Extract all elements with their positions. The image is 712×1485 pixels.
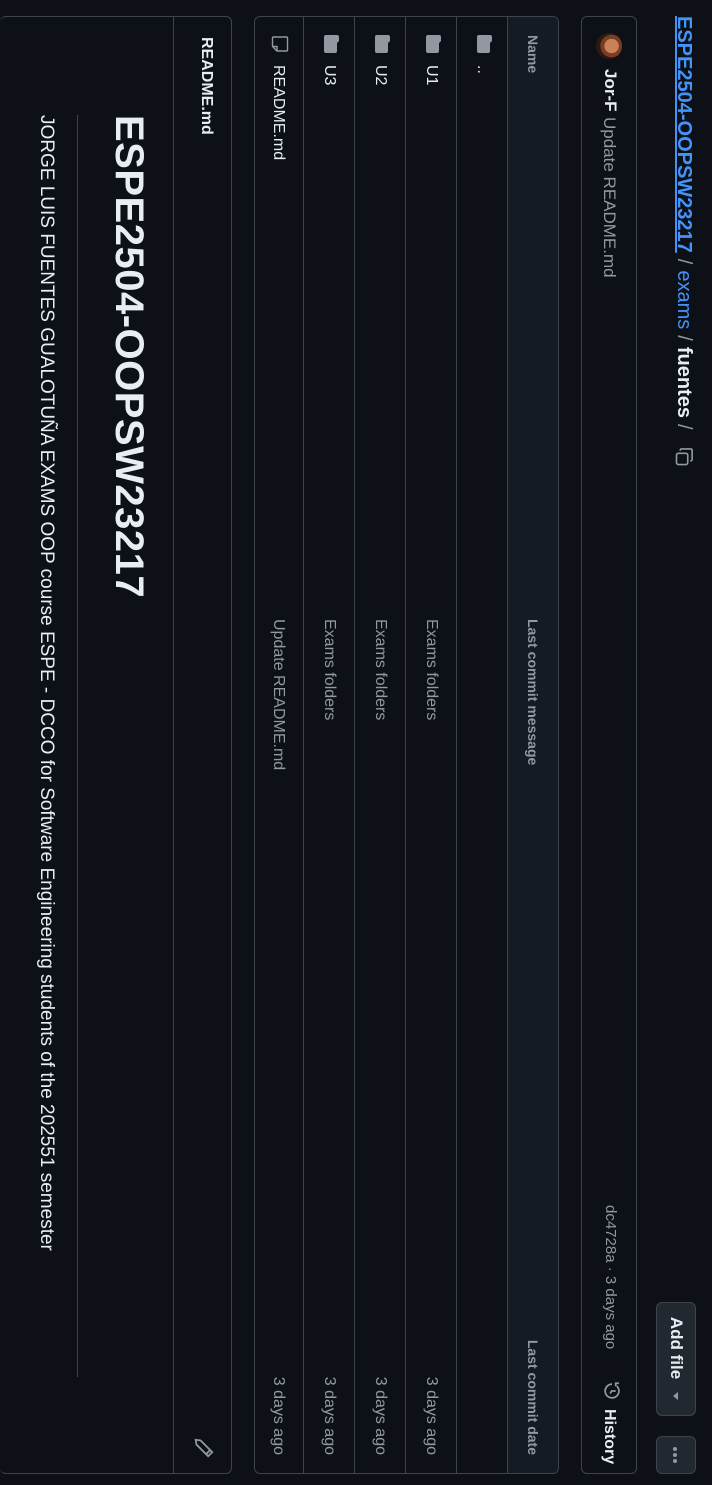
copy-path-icon[interactable]	[671, 444, 697, 470]
breadcrumb: ESPE2504-OOPSW23217 / exams / fuentes /	[670, 16, 698, 470]
file-name-link[interactable]: U3	[320, 65, 338, 85]
header-name: Name	[525, 35, 541, 74]
breadcrumb-separator: /	[673, 258, 696, 265]
parent-directory-link[interactable]: ..	[473, 65, 491, 74]
folder-icon	[319, 35, 339, 53]
table-row[interactable]: U2 Exams folders 3 days ago	[355, 17, 406, 1473]
readme-title: ESPE2504-OOPSW23217	[107, 115, 151, 599]
more-options-button[interactable]	[656, 1436, 696, 1474]
file-name-link[interactable]: U2	[371, 65, 389, 85]
header-last-commit-date: Last commit date	[525, 1339, 541, 1455]
header-last-commit-message: Last commit message	[525, 619, 541, 766]
history-label: History	[601, 1409, 619, 1465]
commit-date: 3 days ago	[321, 1376, 338, 1455]
table-row[interactable]: README.md Update README.md 3 days ago	[254, 17, 304, 1473]
pencil-icon[interactable]	[193, 1437, 215, 1459]
table-row[interactable]: U3 Exams folders 3 days ago	[304, 17, 355, 1473]
folder-icon	[421, 35, 441, 53]
breadcrumb-separator: /	[673, 423, 696, 430]
breadcrumb-separator: /	[673, 335, 696, 341]
add-file-button[interactable]: Add file	[656, 1302, 696, 1416]
commit-date: 3 days ago	[270, 1376, 287, 1455]
commit-message-link[interactable]: Update README.md	[254, 619, 303, 770]
history-button[interactable]: History	[597, 1381, 622, 1464]
commit-author[interactable]: Jor-F	[600, 69, 620, 112]
folder-icon	[472, 35, 492, 53]
parent-directory-row[interactable]: ..	[457, 17, 508, 1473]
readme-divider	[173, 17, 174, 1473]
breadcrumb-current: fuentes	[673, 346, 696, 418]
readme-heading-rule	[77, 115, 78, 1377]
commit-message-link[interactable]: Exams folders	[355, 619, 405, 720]
add-file-label: Add file	[667, 1316, 686, 1380]
readme-tab[interactable]: README.md	[197, 37, 215, 135]
latest-commit-bar: Jor-F Update README.md dc4728a · 3 days …	[581, 16, 637, 1474]
table-header: Name Last commit message Last commit dat…	[508, 17, 558, 1473]
file-icon	[267, 35, 290, 53]
commit-message[interactable]: Update README.md	[599, 117, 619, 278]
readme-panel: README.md ESPE2504-OOPSW23217 JORGE LUIS…	[0, 16, 232, 1474]
commit-message-link[interactable]: Exams folders	[304, 619, 354, 720]
breadcrumb-folder-link[interactable]: exams	[673, 270, 696, 329]
folder-icon	[370, 35, 390, 53]
commit-message-link[interactable]: Exams folders	[406, 619, 456, 720]
commit-meta[interactable]: dc4728a · 3 days ago	[602, 1205, 619, 1349]
avatar[interactable]	[596, 33, 622, 59]
commit-date: 3 days ago	[423, 1376, 440, 1455]
commit-date: 3 days ago	[372, 1376, 389, 1455]
file-name-link[interactable]: README.md	[269, 65, 287, 160]
history-icon	[597, 1381, 622, 1401]
breadcrumb-repo-link[interactable]: ESPE2504-OOPSW23217	[673, 16, 696, 253]
kebab-horizontal-icon	[667, 1446, 685, 1464]
triangle-down-icon	[666, 1391, 686, 1401]
file-name-link[interactable]: U1	[422, 65, 440, 85]
page: ESPE2504-OOPSW23217 / exams / fuentes / …	[0, 0, 712, 1485]
readme-body: JORGE LUIS FUENTES GUALOTUÑA EXAMS OOP c…	[36, 115, 57, 1251]
file-table: Name Last commit message Last commit dat…	[254, 16, 559, 1474]
table-row[interactable]: U1 Exams folders 3 days ago	[406, 17, 457, 1473]
